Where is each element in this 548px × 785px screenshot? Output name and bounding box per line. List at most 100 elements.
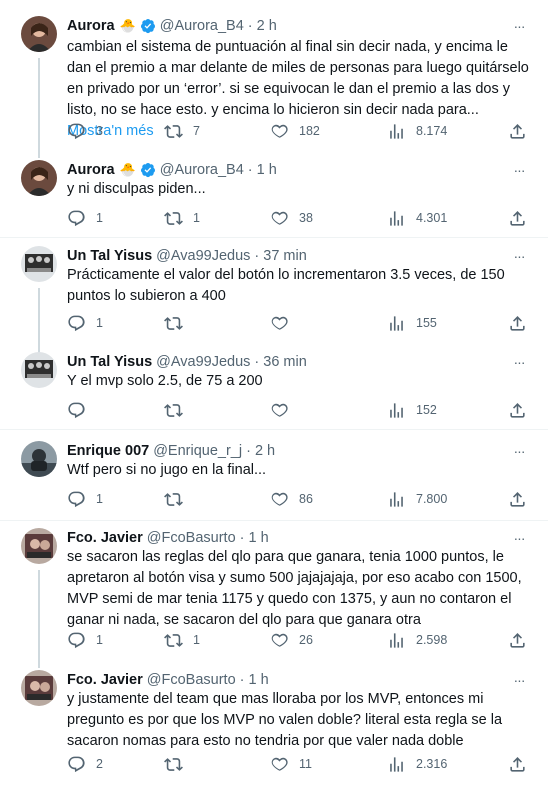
avatar-aurora[interactable] [21, 16, 57, 52]
tweet[interactable]: Fco. Javier @FcoBasurto · 1 h ··· y just… [0, 670, 548, 785]
like-button[interactable]: 86 [270, 489, 313, 509]
display-name[interactable]: Aurora [67, 16, 115, 36]
retweet-button[interactable]: 1 [164, 630, 200, 650]
timestamp[interactable]: 1 h [257, 160, 277, 180]
handle[interactable]: @Aurora_B4 [160, 16, 244, 36]
handle[interactable]: @FcoBasurto [147, 670, 236, 690]
views-button[interactable]: 2.598 [387, 630, 447, 650]
handle[interactable]: @FcoBasurto [147, 528, 236, 548]
reply-count: 1 [96, 633, 103, 647]
views-chart-icon [387, 209, 406, 228]
reply-button[interactable]: 1 [67, 630, 103, 650]
reply-count: 1 [96, 492, 103, 506]
views-count: 155 [416, 316, 437, 330]
share-button[interactable] [508, 313, 527, 333]
like-count: 38 [299, 211, 313, 225]
like-button[interactable]: 38 [270, 208, 313, 228]
views-chart-icon [387, 314, 406, 333]
share-button[interactable] [508, 489, 527, 509]
timestamp[interactable]: 37 min [263, 246, 307, 266]
retweet-button[interactable] [164, 754, 183, 774]
timestamp[interactable]: 36 min [263, 352, 307, 372]
reply-button[interactable]: 1 [67, 313, 103, 333]
views-count: 4.301 [416, 211, 448, 225]
action-bar: 2 11 2.316 [67, 754, 532, 774]
views-button[interactable]: 7.800 [387, 489, 447, 509]
like-button[interactable] [270, 400, 289, 420]
reply-icon [67, 490, 86, 509]
retweet-button[interactable]: 7 [164, 121, 200, 141]
avatar-aurora[interactable] [21, 160, 57, 196]
retweet-icon [164, 755, 183, 774]
views-count: 152 [416, 403, 437, 417]
share-button[interactable] [508, 400, 527, 420]
tweet-text: Y el mvp solo 2.5, de 75 a 200 [67, 373, 263, 389]
share-button[interactable] [508, 208, 527, 228]
like-button[interactable]: 11 [270, 754, 312, 774]
display-name[interactable]: Fco. Javier [67, 528, 143, 548]
views-chart-icon [387, 401, 406, 420]
reply-button[interactable]: 1 [67, 489, 103, 509]
tweet[interactable]: Un Tal Yisus @Ava99Jedus · 36 min ··· Y … [0, 352, 548, 430]
like-button[interactable] [270, 313, 289, 333]
share-button[interactable] [508, 630, 527, 650]
views-button[interactable]: 2.316 [387, 754, 447, 774]
retweet-button[interactable]: 1 [164, 208, 200, 228]
more-options-icon[interactable]: ··· [510, 162, 528, 178]
more-options-icon[interactable]: ··· [510, 672, 528, 688]
like-count: 182 [299, 124, 320, 138]
avatar-fco-javier[interactable] [21, 528, 57, 564]
more-options-icon[interactable]: ··· [510, 18, 528, 34]
views-button[interactable]: 155 [387, 313, 437, 333]
views-count: 7.800 [416, 492, 448, 506]
timestamp[interactable]: 1 h [248, 528, 268, 548]
reply-button[interactable]: 1 [67, 208, 103, 228]
reply-button[interactable]: 3 [67, 121, 103, 141]
like-button[interactable]: 182 [270, 121, 320, 141]
timestamp[interactable]: 1 h [248, 670, 268, 690]
views-button[interactable]: 152 [387, 400, 437, 420]
tweet[interactable]: Un Tal Yisus @Ava99Jedus · 37 min ··· Pr… [0, 246, 548, 356]
heart-icon [270, 490, 289, 509]
avatar-un-tal-yisus[interactable] [21, 246, 57, 282]
retweet-button[interactable] [164, 400, 183, 420]
more-options-icon[interactable]: ··· [510, 354, 528, 370]
display-name[interactable]: Aurora [67, 160, 115, 180]
retweet-button[interactable] [164, 489, 183, 509]
avatar-fco-javier[interactable] [21, 670, 57, 706]
share-button[interactable] [508, 121, 527, 141]
separator-dot: · [239, 530, 245, 546]
reply-button[interactable]: 2 [67, 754, 103, 774]
more-options-icon[interactable]: ··· [510, 530, 528, 546]
share-icon [508, 314, 527, 333]
handle[interactable]: @Ava99Jedus [156, 352, 250, 372]
timestamp[interactable]: 2 h [255, 441, 275, 461]
views-chart-icon [387, 755, 406, 774]
tweet[interactable]: Enrique 007 @Enrique_r_j · 2 h ··· Wtf p… [0, 441, 548, 521]
handle[interactable]: @Enrique_r_j [153, 441, 242, 461]
more-options-icon[interactable]: ··· [510, 248, 528, 264]
avatar-enrique[interactable] [21, 441, 57, 477]
handle[interactable]: @Ava99Jedus [156, 246, 250, 266]
handle[interactable]: @Aurora_B4 [160, 160, 244, 180]
reply-button[interactable] [67, 400, 86, 420]
display-name[interactable]: Un Tal Yisus [67, 352, 152, 372]
retweet-button[interactable] [164, 313, 183, 333]
display-name[interactable]: Un Tal Yisus [67, 246, 152, 266]
action-bar: 1 155 [67, 313, 532, 333]
more-options-icon[interactable]: ··· [510, 443, 528, 459]
timestamp[interactable]: 2 h [257, 16, 277, 36]
share-icon [508, 209, 527, 228]
views-button[interactable]: 4.301 [387, 208, 447, 228]
tweet[interactable]: Aurora 🐣 @Aurora_B4 · 1 h ··· y ni discu… [0, 160, 548, 238]
retweet-icon [164, 209, 183, 228]
tweet[interactable]: Fco. Javier @FcoBasurto · 1 h ··· se sac… [0, 528, 548, 668]
avatar-un-tal-yisus[interactable] [21, 352, 57, 388]
tweet[interactable]: Aurora 🐣 @Aurora_B4 · 2 h ··· cambian el… [0, 16, 548, 158]
display-name[interactable]: Enrique 007 [67, 441, 149, 461]
like-button[interactable]: 26 [270, 630, 313, 650]
views-button[interactable]: 8.174 [387, 121, 447, 141]
display-name[interactable]: Fco. Javier [67, 670, 143, 690]
share-icon [508, 401, 527, 420]
share-button[interactable] [508, 754, 527, 774]
